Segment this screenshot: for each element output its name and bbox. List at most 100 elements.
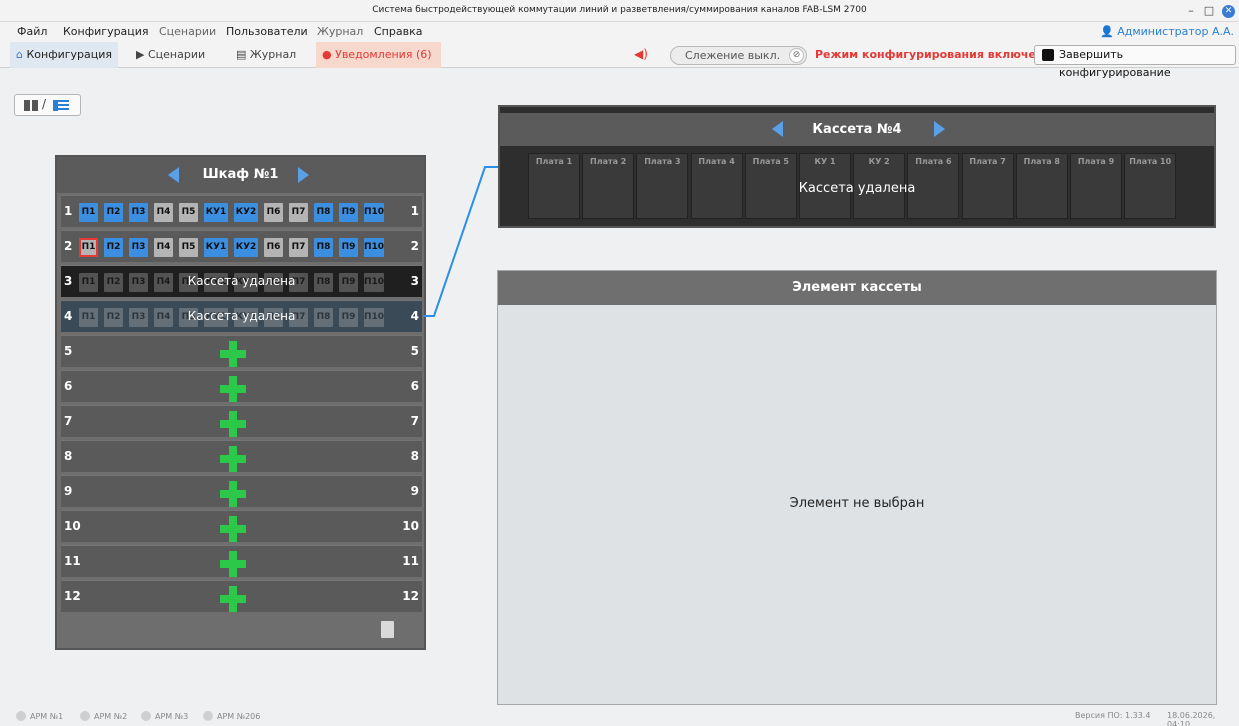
add-cassette-icon[interactable]: [220, 516, 246, 542]
add-cassette-icon[interactable]: [220, 551, 246, 577]
trash-icon[interactable]: [381, 621, 394, 638]
cassette-slot[interactable]: П1: [79, 238, 98, 257]
cassette-slot[interactable]: П4: [154, 238, 173, 257]
cassette-slot[interactable]: П10: [364, 238, 384, 257]
cassette-slot[interactable]: П2: [104, 238, 123, 257]
row-number: 6: [64, 379, 73, 393]
cassette-header: Кассета №4: [500, 113, 1214, 146]
cassette-slot[interactable]: П8: [314, 203, 333, 222]
save-icon: [1042, 49, 1054, 61]
add-cassette-icon[interactable]: [220, 446, 246, 472]
maximize-button[interactable]: □: [1201, 3, 1217, 19]
user-name: Администратор А.А.: [1117, 25, 1234, 38]
prev-cassette-arrow[interactable]: [772, 121, 783, 137]
add-cassette-icon[interactable]: [220, 411, 246, 437]
view-switch-button[interactable]: /: [14, 94, 81, 116]
cabinet-row[interactable]: 3 П1 П2 П3 П4 П5 КУ1 КУ2 П6 П7 П8 П9 П10 3 Кассета уда…: [61, 265, 422, 297]
cassette-slot[interactable]: П7: [289, 238, 308, 257]
add-cassette-icon[interactable]: [220, 341, 246, 367]
row-number: 10: [402, 519, 419, 533]
list-icon: [53, 100, 69, 111]
cassette-slot[interactable]: П10: [364, 203, 384, 222]
cassette-slot[interactable]: П4: [154, 203, 173, 222]
cabinet-row[interactable]: 1 П1 П2 П3 П4 П5 КУ1 КУ2 П6 П7 П8 П9 П10 1: [61, 195, 422, 227]
row-number: 10: [64, 519, 81, 533]
row-number: 7: [410, 414, 419, 428]
cassette-slot[interactable]: П7: [289, 203, 308, 222]
user-icon: 👤: [1100, 25, 1114, 38]
speaker-icon[interactable]: ◀): [634, 47, 648, 61]
tab-label: Конфигурация: [26, 48, 113, 61]
close-button[interactable]: ✕: [1222, 5, 1235, 18]
element-title: Элемент кассеты: [498, 271, 1216, 305]
home-icon: ⌂: [16, 48, 23, 61]
cassette-slot[interactable]: П9: [339, 238, 358, 257]
cassette-slot[interactable]: П9: [339, 203, 358, 222]
cassette-slot[interactable]: П6: [264, 238, 283, 257]
row-number: 2: [410, 239, 419, 253]
minimize-button[interactable]: –: [1183, 3, 1199, 19]
menu-file[interactable]: Файл: [17, 25, 47, 38]
cassette-slot[interactable]: П2: [104, 203, 123, 222]
cassette-slot[interactable]: П3: [129, 238, 148, 257]
menu-help[interactable]: Справка: [374, 25, 422, 38]
selection-connector: [423, 166, 502, 317]
cassette-slot[interactable]: П3: [129, 203, 148, 222]
finish-label: Завершить конфигурирование: [1059, 48, 1171, 79]
cassette-slot[interactable]: КУ1: [204, 203, 228, 222]
add-cassette-icon[interactable]: [220, 586, 246, 612]
arm-status: АРМ №3: [141, 711, 188, 721]
menu-scenarios[interactable]: Сценарии: [159, 25, 216, 38]
row-number: 12: [402, 589, 419, 603]
status-bar: АРМ №1 АРМ №2 АРМ №3 АРМ №206 Версия ПО:…: [0, 706, 1239, 726]
cabinet-title: Шкаф №1: [202, 167, 279, 182]
cabinet-row[interactable]: 10 10: [61, 510, 422, 542]
cabinet-row[interactable]: 66: [61, 370, 422, 402]
tab-configuration[interactable]: ⌂ Конфигурация: [10, 42, 119, 68]
tracking-label: Слежение выкл.: [685, 49, 781, 62]
cassette-status: Кассета удалена: [798, 181, 916, 196]
cabinet-row[interactable]: 12 12: [61, 580, 422, 612]
next-cabinet-arrow[interactable]: [298, 167, 309, 183]
cassette-slot[interactable]: П8: [314, 238, 333, 257]
version-text: Версия ПО: 1.33.4: [1075, 711, 1151, 720]
next-cassette-arrow[interactable]: [934, 121, 945, 137]
row-number: 5: [64, 344, 73, 358]
menu-configuration[interactable]: Конфигурация: [63, 25, 149, 38]
prev-cabinet-arrow[interactable]: [168, 167, 179, 183]
menu-bar: Файл Конфигурация Сценарии Пользователи …: [0, 22, 1239, 42]
cassette-panel: Кассета №4 Плата 1 Плата 2 Плата 3 Плата 4П…: [498, 105, 1216, 228]
cassette-title: Кассета №4: [812, 122, 902, 137]
cassette-slot[interactable]: П6: [264, 203, 283, 222]
eye-off-icon: ⊘: [789, 48, 804, 63]
add-cassette-icon[interactable]: [220, 481, 246, 507]
tracking-toggle[interactable]: Слежение выкл. ⊘: [670, 46, 807, 65]
row-number: 8: [410, 449, 419, 463]
cabinet-row[interactable]: 2 П1 П2 П3 П4 П5 КУ1 КУ2 П6 П7 П8 П9 П10 2: [61, 230, 422, 262]
menu-users[interactable]: Пользователи: [226, 25, 308, 38]
cabinet-row[interactable]: 55: [61, 335, 422, 367]
current-user[interactable]: 👤 Администратор А.А.: [1100, 25, 1234, 38]
tab-journal[interactable]: ▤ Журнал: [230, 42, 302, 68]
cabinet-row[interactable]: 77: [61, 405, 422, 437]
cassette-slot[interactable]: КУ2: [234, 203, 258, 222]
tab-label: Уведомления (6): [335, 48, 432, 61]
cabinet-row[interactable]: 11 11: [61, 545, 422, 577]
arm-status: АРМ №206: [203, 711, 260, 721]
row-number: 1: [64, 204, 73, 218]
cabinet-row[interactable]: 88: [61, 440, 422, 472]
add-cassette-icon[interactable]: [220, 376, 246, 402]
menu-journal[interactable]: Журнал: [317, 25, 363, 38]
tab-label: Журнал: [249, 48, 297, 61]
finish-config-button[interactable]: Завершить конфигурирование: [1034, 45, 1236, 79]
cassette-slot[interactable]: П5: [179, 203, 198, 222]
cabinet-row[interactable]: 99: [61, 475, 422, 507]
cabinet-row[interactable]: 4 П1 П2 П3 П4 П5 КУ1 КУ2 П6 П7 П8 П9 П10 4 Кассета уда…: [61, 300, 422, 332]
bell-icon: ●: [322, 48, 332, 61]
tab-notifications[interactable]: ● Уведомления (6): [316, 42, 441, 68]
cassette-slot[interactable]: КУ1: [204, 238, 228, 257]
tab-scenarios[interactable]: ▶ Сценарии: [130, 42, 211, 68]
cassette-slot[interactable]: КУ2: [234, 238, 258, 257]
cassette-slot[interactable]: П5: [179, 238, 198, 257]
cassette-slot[interactable]: П1: [79, 203, 98, 222]
